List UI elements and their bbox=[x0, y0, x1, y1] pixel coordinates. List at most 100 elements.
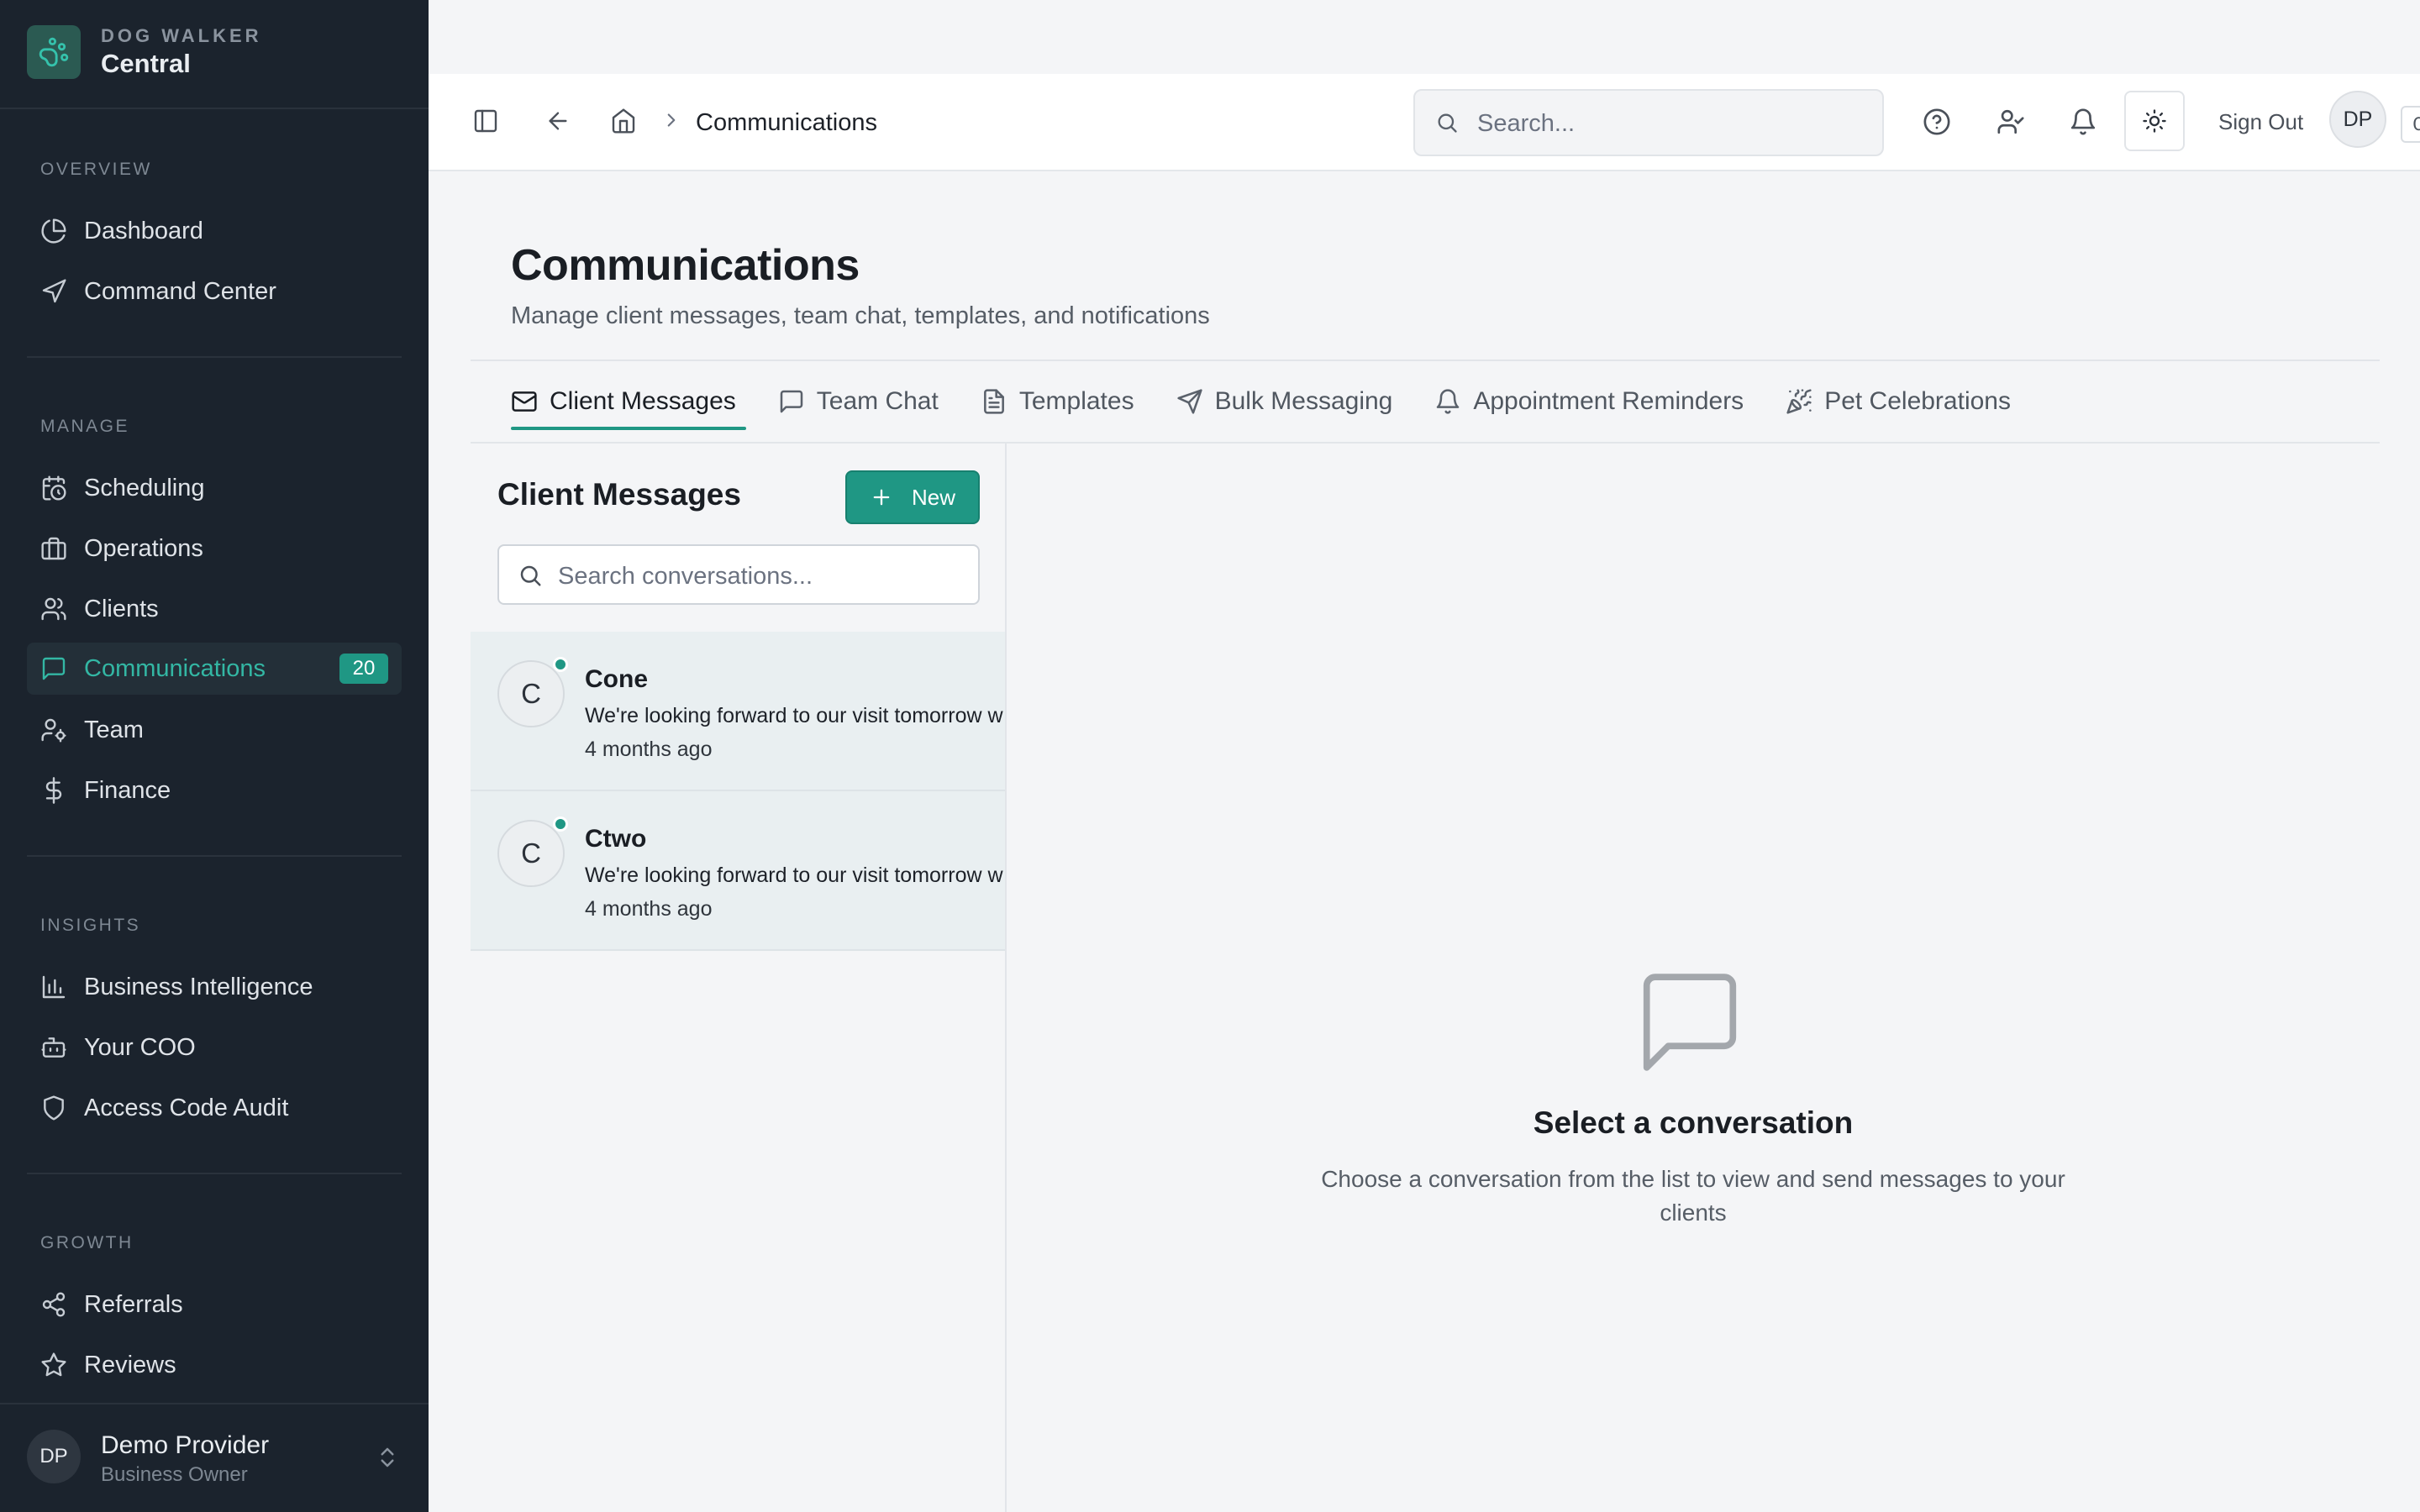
tab-bar: Client Messages Team Chat Templates Bulk… bbox=[511, 382, 2053, 421]
sidebar-divider bbox=[27, 356, 402, 358]
tab-label: Pet Celebrations bbox=[1824, 387, 2011, 415]
search-placeholder: Search... bbox=[1477, 110, 1576, 137]
empty-state-description: Choose a conversation from the list to v… bbox=[1321, 1166, 2065, 1226]
global-search[interactable]: Search... Ctrl+K bbox=[1413, 89, 2420, 156]
dollar-icon bbox=[39, 775, 69, 806]
tab-label: Bulk Messaging bbox=[1214, 387, 1393, 415]
navigation-icon bbox=[39, 276, 69, 307]
avatar: C bbox=[497, 660, 565, 727]
sidebar-item-label: Business Intelligence bbox=[84, 973, 313, 1000]
user-menu[interactable]: DP Demo Provider Business Owner bbox=[0, 1403, 429, 1512]
pie-chart-icon bbox=[39, 216, 69, 246]
briefcase-icon bbox=[39, 533, 69, 564]
conversation-item[interactable]: C Ctwo We're looking forward to our visi… bbox=[471, 791, 1005, 951]
conversation-preview: We're looking forward to our visit tomor… bbox=[585, 704, 1003, 727]
brand[interactable]: DOG WALKER Central bbox=[27, 25, 262, 79]
paw-icon bbox=[27, 25, 81, 79]
tab-templates[interactable]: Templates bbox=[981, 382, 1134, 421]
sidebar-item-access-code-audit[interactable]: Access Code Audit bbox=[27, 1082, 402, 1134]
sidebar-item-team[interactable]: Team bbox=[27, 704, 402, 756]
message-square-icon bbox=[1637, 973, 1743, 1072]
new-conversation-button[interactable]: New bbox=[845, 470, 980, 524]
section-label-insights: INSIGHTS bbox=[40, 916, 141, 935]
sidebar: DOG WALKER Central OVERVIEW Dashboard Co… bbox=[0, 0, 429, 1512]
sidebar-item-label: Clients bbox=[84, 595, 159, 622]
home-icon[interactable] bbox=[610, 108, 637, 134]
sidebar-item-label: Communications bbox=[84, 654, 266, 682]
plus-icon bbox=[870, 486, 893, 509]
send-icon bbox=[1176, 388, 1203, 415]
conversation-time: 4 months ago bbox=[585, 738, 713, 761]
sidebar-item-reviews[interactable]: Reviews bbox=[27, 1339, 402, 1391]
message-square-icon bbox=[778, 388, 805, 415]
tab-label: Client Messages bbox=[550, 387, 736, 415]
message-square-icon bbox=[39, 654, 69, 684]
tab-team-chat[interactable]: Team Chat bbox=[778, 382, 939, 421]
sidebar-item-finance[interactable]: Finance bbox=[27, 764, 402, 816]
conversation-search-input[interactable]: Search conversations... bbox=[497, 544, 980, 605]
conversation-list-title: Client Messages bbox=[497, 477, 741, 512]
online-status-dot bbox=[553, 657, 568, 672]
sidebar-item-command-center[interactable]: Command Center bbox=[27, 265, 402, 318]
conversation-item[interactable]: C Cone We're looking forward to our visi… bbox=[471, 632, 1005, 791]
chevron-right-icon bbox=[660, 109, 682, 131]
sidebar-item-operations[interactable]: Operations bbox=[27, 522, 402, 575]
avatar: DP bbox=[27, 1430, 81, 1483]
star-icon bbox=[39, 1350, 69, 1380]
empty-state-title: Select a conversation bbox=[1533, 1105, 1854, 1140]
avatar: C bbox=[497, 820, 565, 887]
help-icon[interactable] bbox=[1923, 108, 1951, 136]
calendar-clock-icon bbox=[39, 473, 69, 503]
sidebar-divider bbox=[0, 108, 429, 109]
tab-appointment-reminders[interactable]: Appointment Reminders bbox=[1434, 382, 1744, 421]
tab-label: Appointment Reminders bbox=[1473, 387, 1744, 415]
bot-icon bbox=[39, 1032, 69, 1063]
conversation-time: 4 months ago bbox=[585, 897, 713, 921]
sidebar-item-referrals[interactable]: Referrals bbox=[27, 1278, 402, 1331]
sidebar-item-clients[interactable]: Clients bbox=[27, 583, 402, 635]
sidebar-item-label: Access Code Audit bbox=[84, 1094, 289, 1121]
sidebar-toggle-icon[interactable] bbox=[472, 108, 499, 134]
back-arrow-icon[interactable] bbox=[544, 108, 571, 134]
sidebar-item-communications[interactable]: Communications 20 bbox=[27, 643, 402, 695]
sign-out-button[interactable]: Sign Out bbox=[2218, 109, 2303, 135]
section-label-manage: MANAGE bbox=[40, 417, 130, 436]
section-label-growth: GROWTH bbox=[40, 1233, 134, 1252]
sidebar-item-scheduling[interactable]: Scheduling bbox=[27, 462, 402, 514]
sidebar-item-label: Team bbox=[84, 716, 144, 743]
tab-client-messages[interactable]: Client Messages bbox=[511, 382, 736, 421]
divider bbox=[471, 360, 2380, 361]
page-title: Communications bbox=[511, 241, 860, 290]
user-check-icon[interactable] bbox=[1996, 108, 2025, 136]
new-button-label: New bbox=[911, 484, 955, 510]
user-cog-icon bbox=[39, 715, 69, 745]
sidebar-item-label: Reviews bbox=[84, 1351, 176, 1378]
sidebar-item-label: Command Center bbox=[84, 277, 276, 305]
sidebar-item-your-coo[interactable]: Your COO bbox=[27, 1021, 402, 1074]
sidebar-item-label: Finance bbox=[84, 776, 171, 804]
bell-icon[interactable] bbox=[2069, 108, 2097, 136]
breadcrumb-current: Communications bbox=[696, 109, 877, 136]
shield-icon bbox=[39, 1093, 69, 1123]
sidebar-item-business-intelligence[interactable]: Business Intelligence bbox=[27, 961, 402, 1013]
share-icon bbox=[39, 1289, 69, 1320]
chevrons-up-down-icon bbox=[375, 1445, 400, 1470]
sidebar-item-label: Your COO bbox=[84, 1033, 196, 1061]
tab-bulk-messaging[interactable]: Bulk Messaging bbox=[1176, 382, 1393, 421]
sidebar-item-dashboard[interactable]: Dashboard bbox=[27, 205, 402, 257]
sun-icon bbox=[2142, 108, 2167, 134]
theme-toggle-button[interactable] bbox=[2124, 91, 2185, 151]
page-subtitle: Manage client messages, team chat, templ… bbox=[511, 302, 1210, 329]
avatar[interactable]: DP bbox=[2329, 91, 2386, 148]
sidebar-item-label: Dashboard bbox=[84, 217, 203, 244]
tab-pet-celebrations[interactable]: Pet Celebrations bbox=[1786, 382, 2011, 421]
sidebar-item-label: Operations bbox=[84, 534, 203, 562]
conversation-name: Ctwo bbox=[585, 825, 647, 853]
mail-icon bbox=[511, 388, 538, 415]
search-shortcut: Ctrl+K bbox=[2401, 106, 2420, 143]
online-status-dot bbox=[553, 816, 568, 832]
tab-label: Templates bbox=[1018, 387, 1134, 415]
bell-icon bbox=[1434, 388, 1461, 415]
user-role: Business Owner bbox=[101, 1463, 248, 1486]
search-placeholder: Search conversations... bbox=[558, 563, 813, 590]
